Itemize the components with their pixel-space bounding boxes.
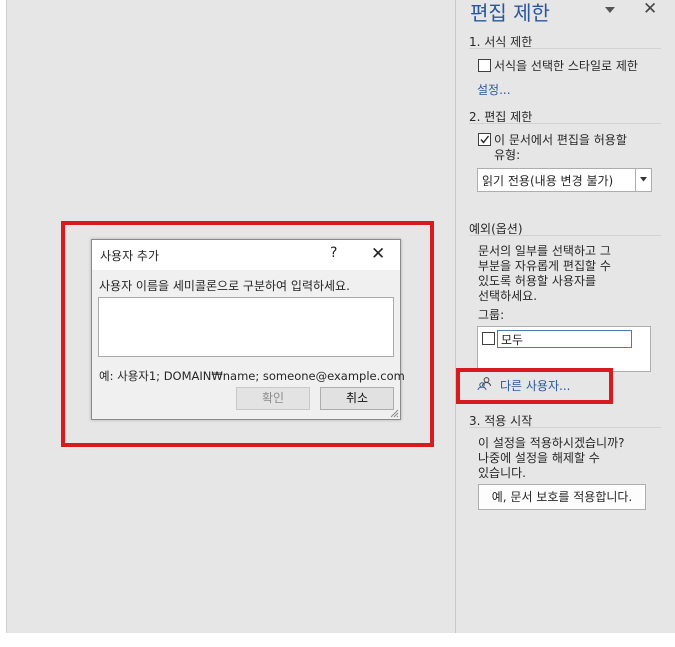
cancel-button[interactable]: 취소: [320, 387, 394, 410]
help-button[interactable]: ?: [330, 245, 337, 261]
chevron-down-icon: [640, 177, 647, 182]
group-item-everyone[interactable]: 모두: [497, 330, 632, 348]
group-item-label: 모두: [501, 333, 524, 347]
group-label: 그룹:: [478, 308, 505, 322]
apply-protection-button[interactable]: 예, 문서 보호를 적용합니다.: [478, 484, 646, 510]
dropdown-button[interactable]: [635, 169, 651, 191]
dialog-prompt: 사용자 이름을 세미콜론으로 구분하여 입력하세요.: [99, 279, 350, 293]
formatting-restriction-label: 서식을 선택한 스타일로 제한: [494, 59, 638, 73]
divider: [469, 48, 661, 49]
formatting-settings-link[interactable]: 설정...: [477, 81, 511, 98]
editing-restriction-label-line2: 유형:: [494, 148, 521, 162]
close-icon[interactable]: ✕: [643, 1, 657, 18]
highlight-box-more-users: [456, 368, 613, 404]
enforce-desc-line3: 있습니다.: [478, 466, 526, 480]
checkmark-icon: [480, 135, 490, 144]
dialog-close-button[interactable]: ✕: [371, 244, 385, 264]
editing-restriction-checkbox[interactable]: [478, 133, 491, 146]
resize-grip-icon[interactable]: [390, 409, 399, 418]
chevron-down-icon[interactable]: [604, 5, 616, 15]
editing-type-select[interactable]: 읽기 전용(내용 변경 불가): [477, 168, 652, 192]
ok-button[interactable]: 확인: [236, 387, 310, 410]
divider: [469, 123, 661, 124]
add-users-dialog: 사용자 추가 ? ✕ 사용자 이름을 세미콜론으로 구분하여 입력하세요. 예:…: [91, 239, 405, 420]
editing-type-value: 읽기 전용(내용 변경 불가): [482, 174, 614, 188]
dialog-example: 예: 사용자1; DOMAIN₩name; someone@example.co…: [99, 369, 405, 383]
user-names-input[interactable]: [98, 297, 394, 357]
formatting-restriction-checkbox[interactable]: [478, 59, 491, 72]
document-page-edge: [0, 0, 7, 633]
pane-title: 편집 제한: [470, 1, 550, 25]
groups-list: 모두: [477, 326, 651, 372]
dialog-titlebar[interactable]: 사용자 추가 ? ✕: [92, 240, 400, 270]
dialog-title: 사용자 추가: [100, 249, 160, 263]
exceptions-desc-line4: 선택하세요.: [478, 289, 538, 303]
divider: [469, 427, 661, 428]
divider: [469, 235, 661, 236]
group-everyone-checkbox[interactable]: [482, 332, 495, 345]
restrict-editing-pane: 편집 제한 ✕ 1. 서식 제한 서식을 선택한 스타일로 제한 설정... 2…: [456, 0, 675, 633]
